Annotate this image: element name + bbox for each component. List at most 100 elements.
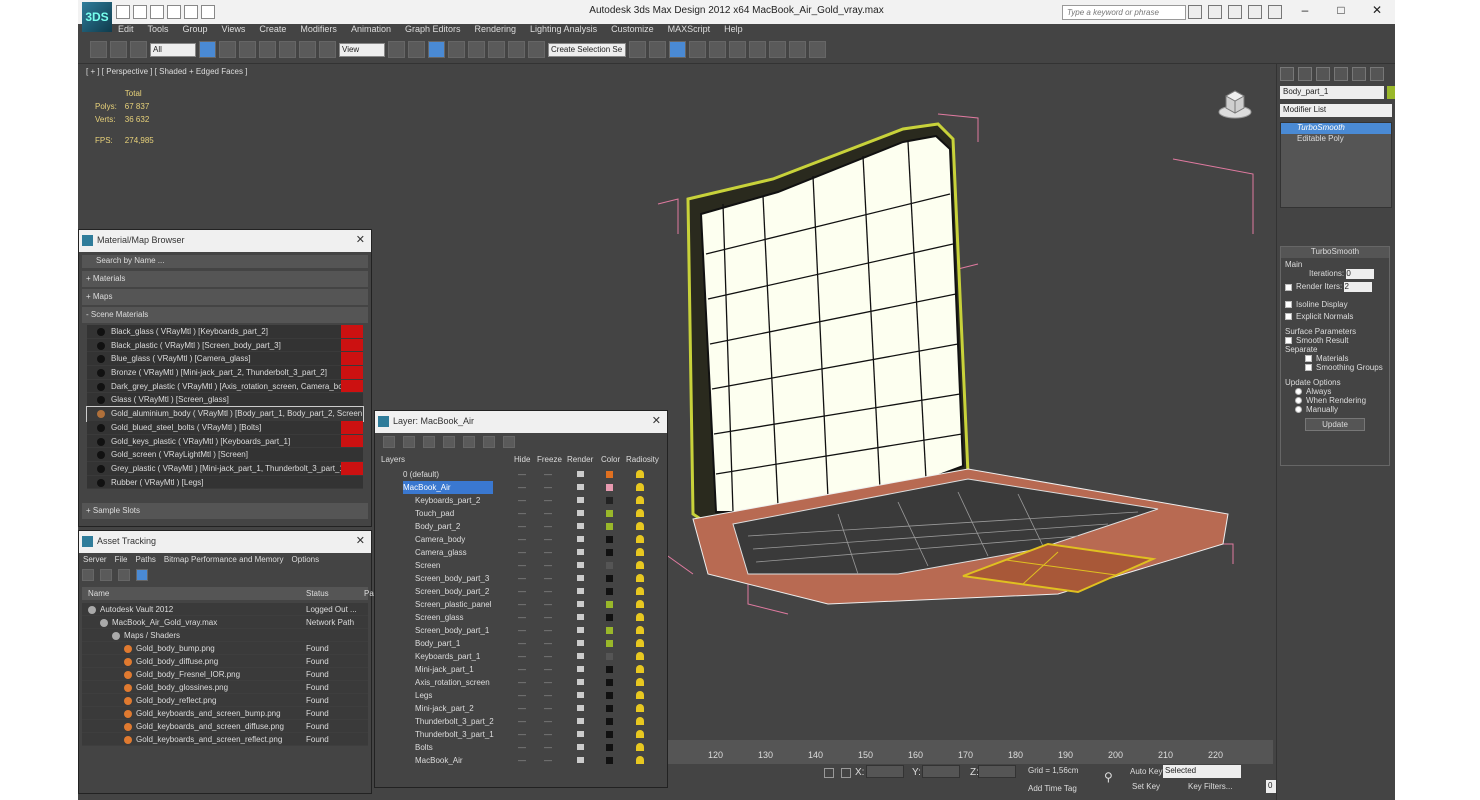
- close-icon[interactable]: ✕: [652, 414, 661, 427]
- key-selection-dropdown[interactable]: Selected: [1163, 765, 1241, 778]
- menu-item-group[interactable]: Group: [183, 24, 208, 36]
- turbosmooth-title[interactable]: TurboSmooth: [1281, 247, 1389, 258]
- list-view-icon[interactable]: [100, 569, 112, 581]
- freeze-toggle-icon[interactable]: —: [544, 598, 552, 611]
- asset-menu-item[interactable]: Server: [83, 553, 107, 566]
- freeze-all-icon[interactable]: [503, 436, 515, 448]
- render-toggle-icon[interactable]: [577, 562, 584, 568]
- asset-menu-item[interactable]: Options: [292, 553, 320, 566]
- materials-group[interactable]: + Materials: [82, 271, 368, 287]
- layer-row[interactable]: Body_part_1 — —: [381, 637, 661, 650]
- select-and-manipulate-icon[interactable]: [408, 41, 425, 58]
- radiosity-toggle-icon[interactable]: [636, 587, 644, 595]
- render-setup-icon[interactable]: [769, 41, 786, 58]
- radiosity-toggle-icon[interactable]: [636, 691, 644, 699]
- radiosity-toggle-icon[interactable]: [636, 678, 644, 686]
- material-item[interactable]: Black_plastic ( VRayMtl ) [Screen_body_p…: [87, 338, 363, 353]
- menu-item-customize[interactable]: Customize: [611, 24, 654, 36]
- absolute-mode-icon[interactable]: [841, 768, 851, 778]
- material-item[interactable]: Gold_screen ( VRayLightMtl ) [Screen]: [87, 448, 363, 462]
- radiosity-toggle-icon[interactable]: [636, 535, 644, 543]
- render-toggle-icon[interactable]: [577, 536, 584, 542]
- freeze-toggle-icon[interactable]: —: [544, 585, 552, 598]
- layer-color-swatch[interactable]: [606, 744, 613, 751]
- select-link-icon[interactable]: [90, 41, 107, 58]
- minimize-button[interactable]: –: [1287, 0, 1323, 20]
- layer-row[interactable]: 0 (default) — —: [381, 468, 661, 481]
- asset-menu-item[interactable]: File: [115, 553, 128, 566]
- freeze-toggle-icon[interactable]: —: [544, 676, 552, 689]
- render-toggle-icon[interactable]: [577, 692, 584, 698]
- freeze-toggle-icon[interactable]: —: [544, 741, 552, 754]
- render-toggle-icon[interactable]: [577, 510, 584, 516]
- hide-toggle-icon[interactable]: —: [518, 715, 526, 728]
- create-layer-icon[interactable]: [383, 436, 395, 448]
- reference-coordinate-dropdown[interactable]: View: [339, 42, 385, 57]
- layer-column-color[interactable]: Color: [601, 453, 620, 466]
- radiosity-toggle-icon[interactable]: [636, 574, 644, 582]
- layer-row[interactable]: Keyboards_part_2 — —: [381, 494, 661, 507]
- radiosity-toggle-icon[interactable]: [636, 522, 644, 530]
- freeze-toggle-icon[interactable]: —: [544, 559, 552, 572]
- freeze-toggle-icon[interactable]: —: [544, 507, 552, 520]
- smooth-result-checkbox[interactable]: [1285, 337, 1292, 345]
- layer-color-swatch[interactable]: [606, 575, 613, 582]
- move-icon[interactable]: [279, 41, 296, 58]
- grid-view-icon[interactable]: [136, 569, 148, 581]
- render-toggle-icon[interactable]: [577, 588, 584, 594]
- layer-row[interactable]: Screen_body_part_2 — —: [381, 585, 661, 598]
- material-item[interactable]: Dark_grey_plastic ( VRayMtl ) [Axis_rota…: [87, 379, 363, 394]
- render-toggle-icon[interactable]: [577, 484, 584, 490]
- render-toggle-icon[interactable]: [577, 640, 584, 646]
- sample-slots-group[interactable]: + Sample Slots: [82, 503, 368, 520]
- freeze-toggle-icon[interactable]: —: [544, 637, 552, 650]
- layer-color-swatch[interactable]: [606, 536, 613, 543]
- layer-color-swatch[interactable]: [606, 484, 613, 491]
- layer-color-swatch[interactable]: [606, 757, 613, 764]
- layer-row[interactable]: Body_part_2 — —: [381, 520, 661, 533]
- material-item[interactable]: Gold_aluminium_body ( VRayMtl ) [Body_pa…: [86, 406, 364, 422]
- separate-materials-checkbox[interactable]: [1305, 355, 1312, 363]
- add-time-tag-label[interactable]: Add Time Tag: [1028, 784, 1077, 793]
- asset-tracking-header[interactable]: Asset Tracking ✕: [79, 531, 371, 553]
- layer-column-radiosity[interactable]: Radiosity: [626, 453, 659, 466]
- material-item[interactable]: Gold_blued_steel_bolts ( VRayMtl ) [Bolt…: [87, 420, 363, 435]
- layer-manager-icon[interactable]: [669, 41, 686, 58]
- close-icon[interactable]: ✕: [356, 534, 365, 547]
- key-filters-button[interactable]: Key Filters...: [1188, 782, 1232, 791]
- hide-toggle-icon[interactable]: —: [518, 572, 526, 585]
- render-toggle-icon[interactable]: [577, 471, 584, 477]
- menu-item-help[interactable]: Help: [724, 24, 743, 36]
- render-toggle-icon[interactable]: [577, 731, 584, 737]
- layer-column-freeze[interactable]: Freeze: [537, 453, 562, 466]
- layer-row[interactable]: Keyboards_part_1 — —: [381, 650, 661, 663]
- refresh-icon[interactable]: [82, 569, 94, 581]
- freeze-toggle-icon[interactable]: —: [544, 754, 552, 767]
- hide-toggle-icon[interactable]: —: [518, 520, 526, 533]
- rectangular-selection-icon[interactable]: [239, 41, 256, 58]
- layer-row[interactable]: Bolts — —: [381, 741, 661, 754]
- subscription-icon[interactable]: [1208, 5, 1222, 19]
- radiosity-toggle-icon[interactable]: [636, 704, 644, 712]
- radiosity-toggle-icon[interactable]: [636, 717, 644, 725]
- hide-toggle-icon[interactable]: —: [518, 494, 526, 507]
- asset-row[interactable]: Autodesk Vault 2012 Logged Out ...: [82, 603, 368, 616]
- menu-item-graph-editors[interactable]: Graph Editors: [405, 24, 461, 36]
- layer-color-swatch[interactable]: [606, 627, 613, 634]
- freeze-toggle-icon[interactable]: —: [544, 624, 552, 637]
- material-editor-icon[interactable]: [749, 41, 766, 58]
- material-item[interactable]: Glass ( VRayMtl ) [Screen_glass]: [87, 393, 363, 408]
- render-toggle-icon[interactable]: [577, 653, 584, 659]
- hide-toggle-icon[interactable]: —: [518, 637, 526, 650]
- layer-column-hide[interactable]: Hide: [514, 453, 530, 466]
- asset-row[interactable]: Gold_keyboards_and_screen_bump.png Found: [82, 707, 368, 720]
- menu-item-rendering[interactable]: Rendering: [475, 24, 517, 36]
- render-toggle-icon[interactable]: [577, 627, 584, 633]
- freeze-toggle-icon[interactable]: —: [544, 520, 552, 533]
- hierarchy-tab-icon[interactable]: [1316, 67, 1330, 81]
- hide-toggle-icon[interactable]: —: [518, 585, 526, 598]
- render-toggle-icon[interactable]: [577, 757, 584, 763]
- highlight-selected-icon[interactable]: [463, 436, 475, 448]
- freeze-toggle-icon[interactable]: —: [544, 494, 552, 507]
- rendered-frame-window-icon[interactable]: [789, 41, 806, 58]
